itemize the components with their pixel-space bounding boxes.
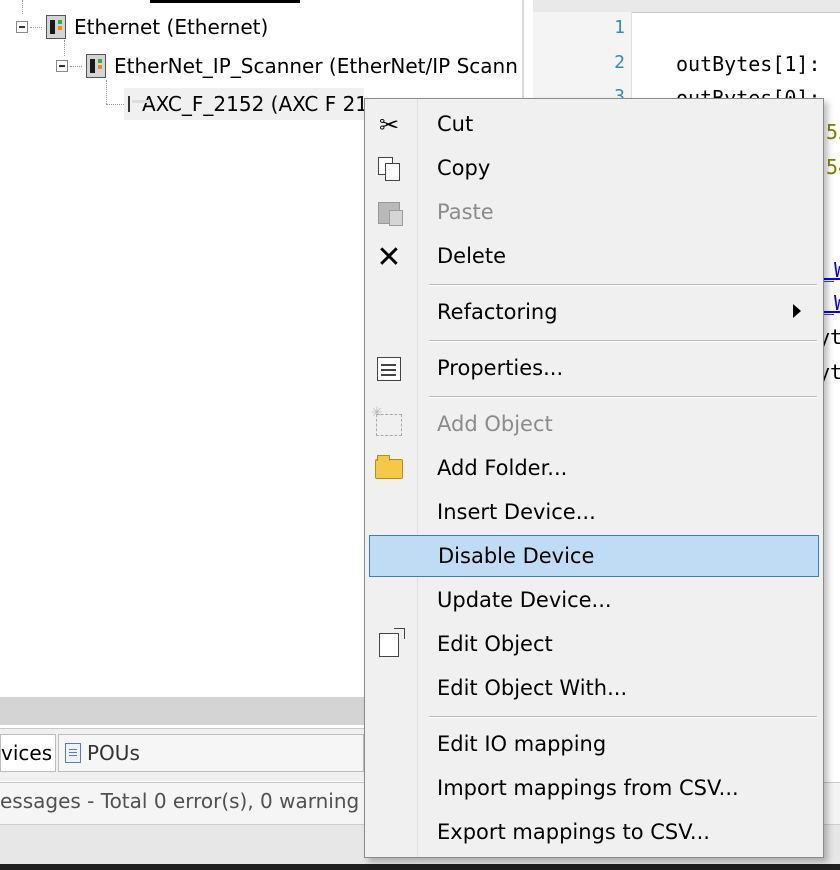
code-fragment: _W: [822, 291, 840, 315]
menu-item-label: Paste: [437, 200, 494, 224]
folder-icon: [375, 455, 403, 483]
messages-summary: essages - Total 0 error(s), 0 warning: [0, 789, 360, 813]
tree-connector: [70, 65, 82, 67]
menu-item-label: Edit Object With...: [437, 676, 628, 700]
context-menu: ✂ Cut Copy Paste ✕ Delete Refactoring Pr…: [364, 98, 824, 858]
tree-node-label: Ethernet (Ethernet): [74, 15, 269, 39]
tree-node-ethernet[interactable]: Ethernet (Ethernet): [16, 12, 268, 42]
menu-item-refactoring[interactable]: Refactoring: [369, 291, 819, 333]
tab-pous[interactable]: POUs: [58, 734, 364, 772]
device-icon: [46, 15, 66, 39]
menu-item-label: Delete: [437, 244, 506, 268]
menu-item-add-object: Add Object: [369, 403, 819, 445]
menu-item-update-device[interactable]: Update Device...: [369, 579, 819, 621]
menu-item-edit-object-with[interactable]: Edit Object With...: [369, 667, 819, 709]
horizontal-scrollbar[interactable]: [0, 697, 366, 725]
tree-node-label: EtherNet_IP_Scanner (EtherNet/IP Scann: [114, 54, 518, 78]
tree-connector: [106, 80, 107, 104]
menu-separator: [429, 340, 817, 342]
delete-x-icon: ✕: [376, 239, 402, 275]
tree-node-ethernet-ip-scanner[interactable]: EtherNet_IP_Scanner (EtherNet/IP Scann: [56, 51, 518, 81]
menu-separator: [429, 396, 817, 398]
edit-object-icon: [375, 628, 405, 659]
code-line-2[interactable]: outBytes[1]:: [676, 52, 821, 76]
menu-item-label: Import mappings from CSV...: [437, 776, 739, 800]
copy-icon: [375, 155, 403, 183]
menu-item-label: Insert Device...: [437, 500, 596, 524]
menu-item-edit-object[interactable]: Edit Object: [369, 623, 819, 665]
tab-label: POUs: [87, 741, 140, 765]
menu-item-delete[interactable]: ✕ Delete: [369, 235, 819, 277]
menu-item-label: Cut: [437, 112, 474, 136]
taskbar-strip: [0, 864, 840, 870]
menu-item-add-folder[interactable]: Add Folder...: [369, 447, 819, 489]
paste-icon: [375, 199, 403, 227]
line-number: 1: [614, 17, 625, 38]
menu-item-export-mappings-csv[interactable]: Export mappings to CSV...: [369, 811, 819, 853]
line-number: 2: [614, 52, 625, 73]
menu-item-properties[interactable]: Properties...: [369, 347, 819, 389]
menu-item-cut[interactable]: ✂ Cut: [369, 103, 819, 145]
tree-node-label: AXC_F_2152 (AXC F 2152): [142, 92, 364, 116]
menu-item-insert-device[interactable]: Insert Device...: [369, 491, 819, 533]
menu-item-label: Update Device...: [437, 588, 612, 612]
menu-item-import-mappings-csv[interactable]: Import mappings from CSV...: [369, 767, 819, 809]
menu-item-label: Refactoring: [437, 300, 558, 324]
tab-devices[interactable]: vices: [0, 734, 56, 772]
menu-item-paste: Paste: [369, 191, 819, 233]
menu-item-label: Edit IO mapping: [437, 732, 607, 756]
menu-item-label: Add Folder...: [437, 456, 568, 480]
collapse-icon[interactable]: [16, 21, 28, 33]
tab-label: vices: [1, 741, 53, 765]
tree-clipped-text: [150, 0, 300, 3]
code-fragment: _W: [822, 258, 840, 282]
submenu-arrow-icon: [793, 304, 801, 318]
menu-item-label: Add Object: [437, 412, 553, 436]
menu-item-label: Export mappings to CSV...: [437, 820, 710, 844]
pou-document-icon: [65, 743, 81, 763]
menu-item-label: Disable Device: [438, 544, 595, 568]
plc-device-icon: [128, 96, 150, 112]
device-icon: [86, 54, 106, 78]
tree-pane-border: [522, 0, 524, 100]
tree-node-axc-f-2152[interactable]: AXC_F_2152 (AXC F 2152): [128, 89, 364, 119]
code-fragment: 54: [826, 155, 840, 179]
tree-connector: [106, 104, 124, 105]
scissors-icon: ✂: [378, 111, 400, 139]
menu-item-disable-device[interactable]: Disable Device: [369, 535, 819, 577]
menu-separator: [429, 284, 817, 286]
tree-connector: [30, 26, 42, 28]
menu-separator: [429, 716, 817, 718]
menu-item-label: Copy: [437, 156, 491, 180]
menu-item-label: Properties...: [437, 356, 564, 380]
menu-item-copy[interactable]: Copy: [369, 147, 819, 189]
add-object-icon: [371, 405, 403, 439]
menu-item-edit-io-mapping[interactable]: Edit IO mapping: [369, 723, 819, 765]
collapse-icon[interactable]: [56, 60, 68, 72]
menu-item-label: Edit Object: [437, 632, 553, 656]
properties-icon: [375, 355, 403, 383]
code-fragment: 55: [826, 120, 840, 144]
